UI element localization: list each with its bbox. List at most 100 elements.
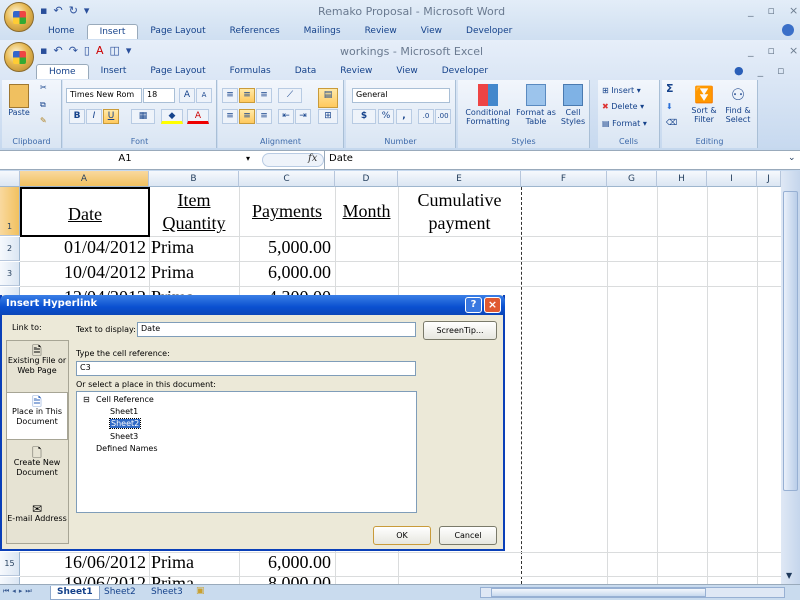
cell-c3[interactable]: 6,000.00 (239, 262, 331, 283)
format-cells-button[interactable]: ▤ Format ▾ (602, 119, 647, 128)
tree-collapse-icon[interactable]: ⊟ (83, 395, 90, 404)
excel-tab-developer[interactable]: Developer (430, 64, 500, 79)
column-header-j[interactable]: J (757, 171, 781, 187)
find-select-button[interactable]: ⚇ Find & Select (722, 84, 754, 124)
name-box[interactable]: A1 (0, 153, 250, 164)
word-tab-home[interactable]: Home (36, 24, 87, 39)
place-tree[interactable]: ⊟ Cell Reference Sheet1 Sheet2 Sheet3 De… (76, 391, 417, 513)
delete-cells-button[interactable]: ✖ Delete ▾ (602, 102, 644, 111)
sheet-tab-sheet1[interactable]: Sheet1 (50, 586, 100, 600)
cancel-button[interactable]: Cancel (439, 526, 497, 545)
cut-icon[interactable]: ✂ (40, 83, 47, 92)
close-icon[interactable]: × (789, 44, 798, 57)
column-header-b[interactable]: B (149, 171, 239, 187)
row-header-15[interactable]: 15 (0, 552, 20, 576)
bottom-align-icon[interactable]: ≡ (256, 88, 272, 103)
autosum-button[interactable]: Σ (666, 83, 674, 94)
customize-qat-icon[interactable]: ▾ (84, 4, 90, 17)
column-header-c[interactable]: C (239, 171, 335, 187)
cell-a2[interactable]: 01/04/2012 (20, 237, 146, 258)
excel-tab-home[interactable]: Home (36, 64, 89, 79)
tree-node-sheet2[interactable]: Sheet2 (108, 418, 142, 429)
vertical-scroll-thumb[interactable] (783, 191, 798, 491)
cell-b1[interactable]: Item Quantity (149, 189, 239, 235)
excel-tab-insert[interactable]: Insert (89, 64, 139, 79)
insert-sheet-icon[interactable]: ▣ (196, 586, 205, 596)
excel-office-button[interactable] (4, 42, 34, 72)
tree-node-cell-reference[interactable]: Cell Reference (96, 395, 154, 404)
bold-button[interactable]: B (69, 109, 85, 124)
save-icon[interactable]: ▪ (40, 44, 47, 57)
cell-b16[interactable]: Prima (151, 573, 239, 584)
percent-button[interactable]: % (378, 109, 394, 124)
underline-button[interactable]: U (103, 109, 119, 124)
italic-button[interactable]: I (86, 109, 102, 124)
merge-center-icon[interactable]: ⊞ (318, 109, 338, 124)
cell-reference-input[interactable]: C3 (76, 361, 416, 376)
cell-a15[interactable]: 16/06/2012 (20, 552, 146, 573)
clear-icon[interactable]: ⌫ (666, 118, 677, 127)
undo-icon[interactable]: ↶ (53, 4, 62, 17)
horizontal-scrollbar[interactable] (480, 587, 785, 598)
dialog-close-icon[interactable]: × (484, 297, 501, 313)
currency-button[interactable]: $ (352, 109, 376, 124)
restore-workbook-icon[interactable]: ▫ (777, 64, 784, 77)
cell-c1[interactable]: Payments (239, 201, 335, 222)
row-header-2[interactable]: 2 (0, 237, 20, 261)
select-all-button[interactable] (0, 171, 20, 187)
cell-c15[interactable]: 6,000.00 (239, 552, 331, 573)
number-format-select[interactable]: General (352, 88, 450, 103)
increase-decimal-icon[interactable]: .0 (418, 109, 434, 124)
decrease-indent-icon[interactable]: ⇤ (278, 109, 294, 124)
decrease-decimal-icon[interactable]: .00 (435, 109, 451, 124)
align-right-icon[interactable]: ≡ (256, 109, 272, 124)
word-tab-developer[interactable]: Developer (454, 24, 524, 39)
word-tab-review[interactable]: Review (353, 24, 409, 39)
format-as-table-button[interactable]: Format as Table (516, 84, 556, 126)
cell-e1[interactable]: Cumulative payment (398, 189, 521, 235)
save-icon[interactable]: ▪ (40, 4, 47, 17)
link-option-place-in-document[interactable]: 🗎 Place in This Document (6, 392, 68, 440)
column-header-a[interactable]: A (20, 171, 149, 187)
row-header-3[interactable]: 3 (0, 262, 20, 286)
cell-a16[interactable]: 19/06/2012 (20, 573, 146, 584)
formula-input[interactable]: Date (324, 151, 786, 169)
cell-c16[interactable]: 8,000.00 (239, 573, 331, 584)
new-icon[interactable]: ▯ (84, 44, 90, 57)
orientation-icon[interactable]: ⟋ (278, 88, 302, 103)
screentip-button[interactable]: ScreenTip... (423, 321, 497, 340)
fill-color-icon[interactable]: ◆ (161, 109, 183, 124)
vertical-scrollbar[interactable]: ▼ (781, 171, 800, 584)
borders-icon[interactable]: ▦ (131, 109, 155, 124)
font-color-qat-icon[interactable]: A (96, 44, 104, 57)
insert-cells-button[interactable]: ⊞ Insert ▾ (602, 86, 641, 95)
redo-icon[interactable]: ↻ (69, 4, 78, 17)
link-option-email[interactable]: ✉ E-mail Address (6, 503, 68, 534)
middle-align-icon[interactable]: ≡ (239, 88, 255, 103)
restore-icon[interactable]: ▫ (768, 44, 775, 57)
redo-icon[interactable]: ↷ (69, 44, 78, 57)
undo-icon[interactable]: ↶ (53, 44, 62, 57)
restore-icon[interactable]: ▫ (768, 4, 775, 17)
paste-button[interactable]: Paste (6, 84, 32, 117)
word-help-icon[interactable] (782, 24, 794, 36)
horizontal-scroll-thumb[interactable] (491, 588, 706, 597)
column-header-f[interactable]: F (521, 171, 607, 187)
column-header-i[interactable]: I (707, 171, 757, 187)
expand-formula-bar-icon[interactable]: ⌄ (788, 153, 796, 163)
conditional-formatting-button[interactable]: Conditional Formatting (462, 84, 514, 126)
cell-styles-button[interactable]: Cell Styles (558, 84, 588, 126)
row-header-1[interactable]: 1 (0, 187, 20, 236)
font-color-icon[interactable]: A (187, 109, 209, 124)
text-to-display-input[interactable]: Date (137, 322, 416, 337)
column-header-e[interactable]: E (398, 171, 521, 187)
sheet-nav-buttons[interactable]: ⏮◂▸⏭ (3, 587, 35, 596)
insert-function-button[interactable]: fx (308, 153, 317, 164)
word-tab-mailings[interactable]: Mailings (292, 24, 353, 39)
copy-icon[interactable]: ⧉ (40, 100, 46, 109)
format-painter-icon[interactable]: ✎ (40, 116, 47, 125)
help-icon[interactable]: ? (465, 297, 482, 313)
minimize-icon[interactable]: _ (748, 44, 754, 57)
help-icon[interactable]: ● (734, 64, 744, 77)
word-tab-view[interactable]: View (409, 24, 454, 39)
